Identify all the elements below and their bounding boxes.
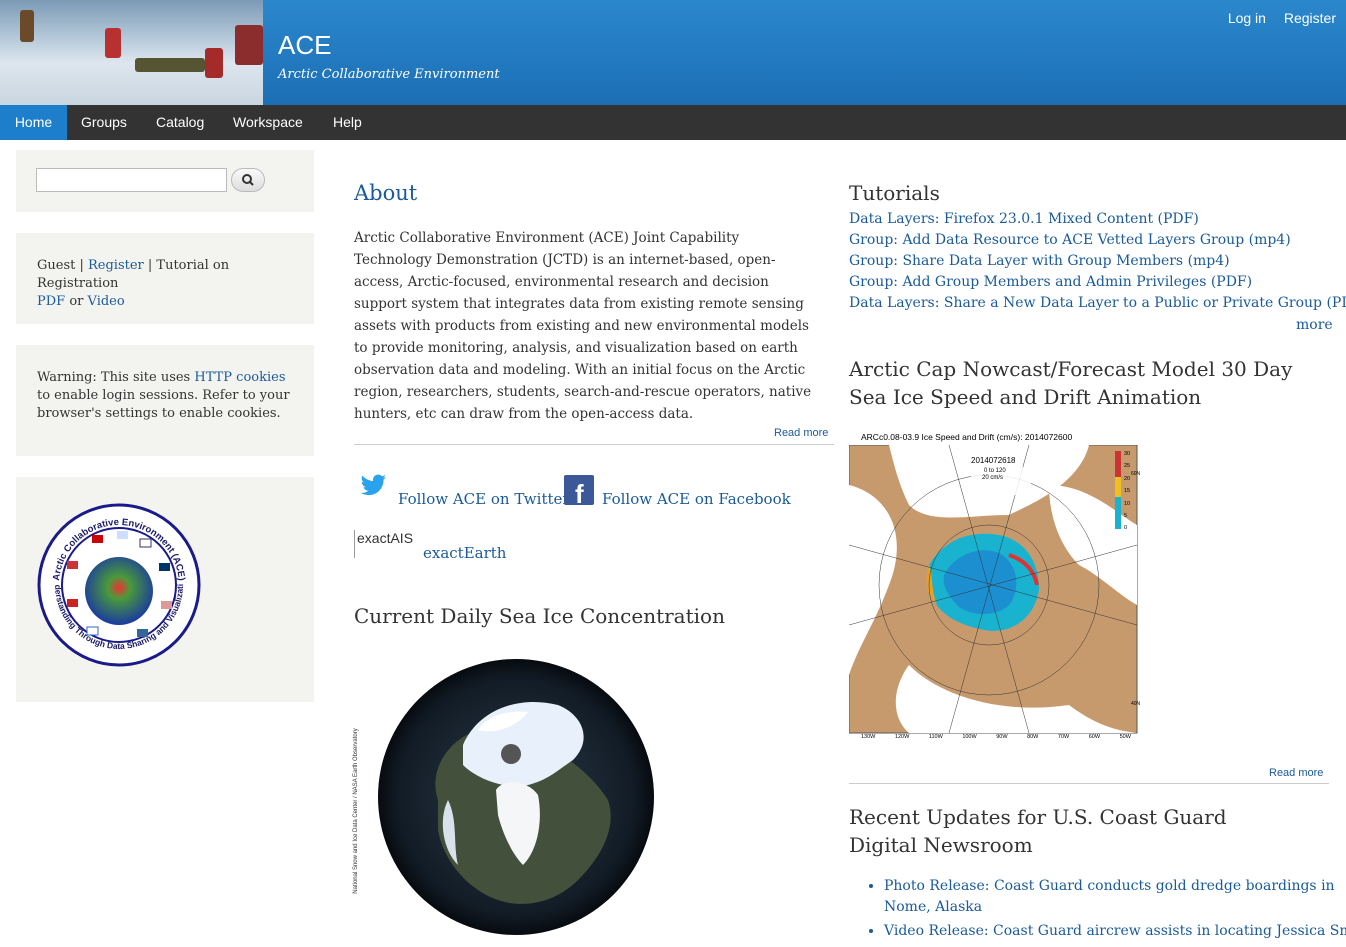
ice-map-scale: 0 to 120 (984, 468, 1006, 474)
tutorials-list: Data Layers: Firefox 23.0.1 Mixed Conten… (849, 209, 1346, 314)
site-name[interactable]: ACE (278, 30, 331, 61)
news-item[interactable]: Video Release: Coast Guard aircrew assis… (884, 921, 1346, 942)
about-body: Arctic Collaborative Environment (ACE) J… (354, 230, 812, 422)
lon-label: 100W (962, 734, 977, 740)
site-slogan: Arctic Collaborative Environment (278, 67, 500, 82)
uscg-news-list: Photo Release: Coast Guard conducts gold… (849, 876, 1346, 942)
twitter-link[interactable]: Follow ACE on Twitter (398, 490, 570, 508)
lon-label: 120W (894, 734, 910, 740)
sea-ice-globe (378, 659, 654, 935)
nav-item-help[interactable]: Help (333, 105, 362, 140)
colorbar-tick-label: 0 (1124, 525, 1128, 532)
colorbar-tick-label: 5 (1124, 513, 1128, 520)
exactais-logo[interactable]: exactAIS (354, 530, 419, 558)
tutorial-video-link[interactable]: Video (88, 294, 125, 309)
arctic-cap-read-more-link[interactable]: Read more (1269, 767, 1323, 779)
lat-label: 60N (1131, 471, 1141, 477)
sea-ice-title: Current Daily Sea Ice Concentration (354, 604, 725, 628)
tutorial-item[interactable]: Data Layers: Firefox 23.0.1 Mixed Conten… (849, 209, 1329, 230)
ice-drift-map[interactable]: ARCc0.08-03.9 Ice Speed and Drift (cm/s)… (849, 431, 1141, 740)
lon-label: 130W (861, 734, 876, 740)
guest-block: Guest | Register | Tutorial on Registrat… (16, 233, 314, 324)
lon-label: 80W (1027, 734, 1039, 740)
tutorial-item[interactable]: Group: Add Data Resource to ACE Vetted L… (849, 230, 1329, 251)
ice-map-plot (849, 445, 1138, 734)
news-item[interactable]: Photo Release: Coast Guard conducts gold… (884, 876, 1346, 918)
ace-logo: Arctic Collaborative Environment (ACE) U… (37, 503, 201, 667)
nav-item-groups[interactable]: Groups (81, 105, 127, 140)
lon-label: 60W (1088, 734, 1101, 740)
nav-item-home[interactable]: Home (0, 105, 67, 140)
guest-label: Guest | (37, 258, 84, 273)
http-cookies-link[interactable]: HTTP cookies (194, 370, 285, 385)
cookie-warning-block: Warning: This site uses HTTP cookies to … (16, 345, 314, 456)
tutorial-pdf-link[interactable]: PDF (37, 294, 65, 309)
lon-label: 70W (1057, 734, 1070, 740)
uscg-title: Recent Updates for U.S. Coast Guard Digi… (849, 805, 1227, 857)
colorbar-tick-label: 25 (1124, 463, 1131, 470)
about-divider (354, 444, 834, 445)
search-button[interactable] (231, 168, 265, 192)
sea-ice-credit: National Snow and Ice Data Center / NASA… (353, 728, 359, 894)
tutorial-item[interactable]: Group: Share Data Layer with Group Membe… (849, 251, 1329, 272)
register-link[interactable]: Register (1284, 10, 1336, 26)
warning-prefix: Warning: This site uses (37, 370, 191, 385)
nav-item-catalog[interactable]: Catalog (156, 105, 204, 140)
user-links: Log in Register (1214, 10, 1336, 26)
tutorials-title: Tutorials (849, 181, 940, 205)
header-photo (0, 0, 263, 105)
colorbar-tick-label: 20 (1124, 475, 1131, 482)
lat-label: 40N (1131, 701, 1141, 707)
about-title[interactable]: About (354, 181, 834, 205)
guest-register-link[interactable]: Register (88, 258, 144, 273)
tutorials-more-link[interactable]: more (1296, 317, 1333, 333)
nav-item-workspace[interactable]: Workspace (233, 105, 303, 140)
or-label: or (69, 294, 84, 309)
lon-label: 110W (928, 734, 943, 740)
lon-label: 50W (1119, 734, 1131, 740)
search-icon (242, 174, 254, 186)
arctic-cap-divider (849, 783, 1329, 784)
search-input[interactable] (36, 168, 227, 192)
site-header: ACE Arctic Collaborative Environment Log… (0, 0, 1346, 105)
tutorial-item[interactable]: Group: Add Group Members and Admin Privi… (849, 272, 1329, 293)
logo-block: Arctic Collaborative Environment (ACE) U… (16, 477, 314, 702)
twitter-icon[interactable] (360, 474, 388, 500)
ice-map-date: 2014072618 (971, 456, 1016, 465)
exactearth-link[interactable]: exactEarth (423, 544, 506, 562)
ice-map-lon-labels: 130W 120W 110W 100W 90W 80W 70W 60W 50W (861, 734, 1131, 740)
search-block (16, 150, 314, 212)
lon-label: 90W (996, 734, 1008, 740)
colorbar-tick-label: 15 (1124, 488, 1131, 495)
warning-suffix: to enable login sessions. Refer to your … (37, 388, 290, 421)
arctic-cap-title: Arctic Cap Nowcast/Forecast Model 30 Day… (849, 357, 1293, 409)
about-read-more-link[interactable]: Read more (774, 427, 828, 439)
colorbar-tick-label: 10 (1124, 500, 1131, 507)
login-link[interactable]: Log in (1228, 10, 1266, 26)
ice-map-vector-key: 20 cm/s (982, 475, 1004, 481)
facebook-link[interactable]: Follow ACE on Facebook (602, 490, 791, 508)
about-section: About Arctic Collaborative Environment (… (354, 181, 834, 425)
tutorial-item[interactable]: Data Layers: Share a New Data Layer to a… (849, 293, 1346, 314)
colorbar-tick-label: 30 (1124, 451, 1131, 457)
ice-map-colorbar-labels: 30 25 20 15 10 5 0 (1124, 448, 1130, 535)
main-nav: Home Groups Catalog Workspace Help (0, 105, 1346, 140)
facebook-icon[interactable]: f (564, 475, 594, 509)
ice-map-title: ARCc0.08-03.9 Ice Speed and Drift (cm/s)… (861, 432, 1073, 442)
